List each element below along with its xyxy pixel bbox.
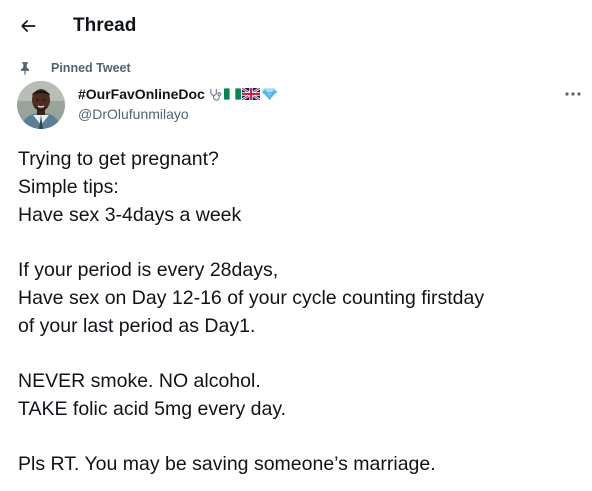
tweet-line: TAKE folic acid 5mg every day. — [18, 398, 287, 420]
tweet-line: Simple tips: — [18, 176, 119, 198]
tweet-line: Trying to get pregnant? — [18, 148, 219, 170]
tweet-line: Have sex on Day 12-16 of your cycle coun… — [18, 287, 485, 309]
page-title: Thread — [73, 15, 137, 36]
author-badges — [208, 87, 278, 102]
more-icon — [565, 92, 581, 96]
pin-icon — [18, 61, 32, 75]
back-arrow-icon — [21, 20, 36, 32]
pinned-label: Pinned Tweet — [51, 61, 131, 75]
author-handle[interactable]: @DrOlufunmilayo — [78, 105, 189, 123]
author-display-name[interactable]: #OurFavOnlineDoc — [78, 85, 205, 103]
tweet-line: of your last period as Day1. — [18, 315, 256, 337]
tweet-text: Trying to get pregnant? Simple tips: Hav… — [18, 145, 584, 478]
author-name-row: #OurFavOnlineDoc — [78, 85, 278, 103]
stethoscope-icon — [208, 87, 223, 102]
avatar-photo — [17, 81, 65, 129]
tweet-line: Pls RT. You may be saving someone’s marr… — [18, 453, 436, 475]
more-options-button[interactable] — [558, 82, 588, 106]
tweet-line: If your period is every 28days, — [18, 259, 279, 281]
pinned-indicator: Pinned Tweet — [18, 59, 131, 77]
tweet-line: NEVER smoke. NO alcohol. — [18, 370, 261, 392]
tweet-line: Have sex 3-4days a week — [18, 204, 242, 226]
avatar[interactable] — [17, 81, 65, 129]
back-button[interactable] — [12, 10, 44, 42]
thread-page: Thread Pinned Tweet #OurFavOnlineDoc @Dr… — [0, 0, 592, 491]
nigeria-flag-icon — [223, 87, 241, 101]
diamond-icon — [261, 87, 278, 101]
top-bar: Thread — [0, 0, 592, 52]
uk-flag-icon — [241, 87, 260, 101]
